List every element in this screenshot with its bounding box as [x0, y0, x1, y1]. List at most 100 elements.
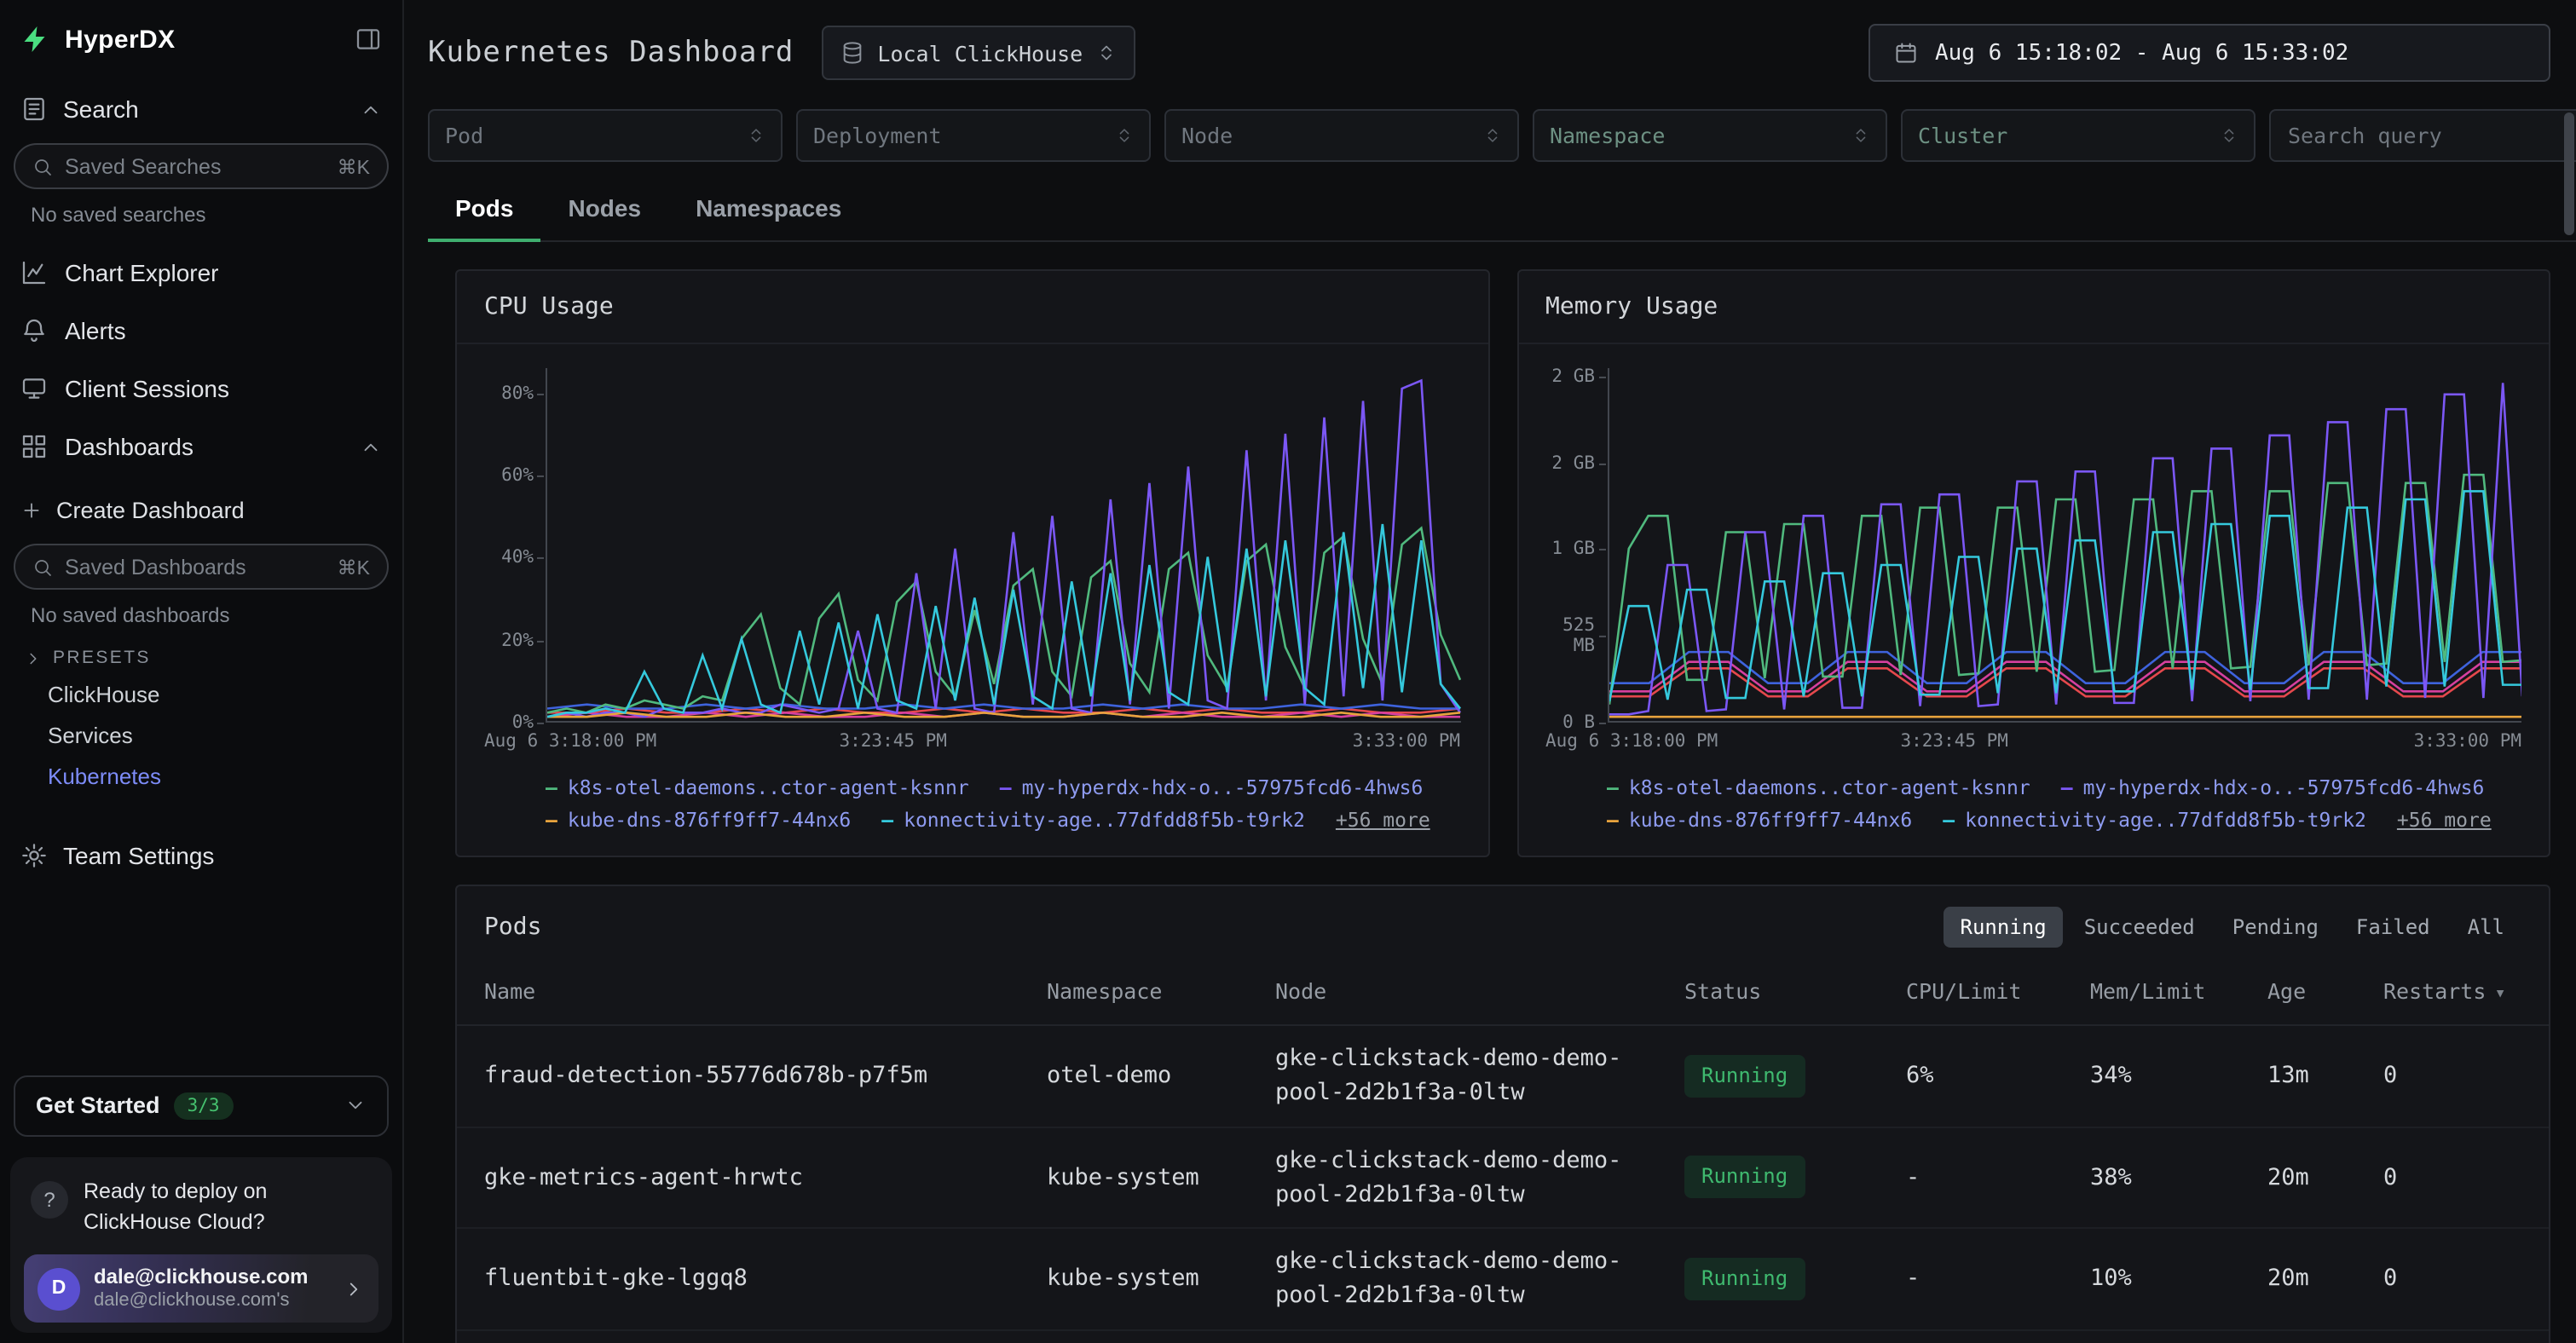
cell-name: fraud-detection-55776d678b-p7f5m	[484, 1043, 1047, 1109]
cell-node: gke-clickstack-demo-demo-pool-2d2b1f3a-0…	[1275, 1229, 1684, 1329]
filter-select-pod[interactable]: Pod	[428, 109, 783, 162]
sidebar-item-label: Client Sessions	[65, 375, 382, 402]
legend-more-link[interactable]: +56 more	[2397, 808, 2492, 832]
legend-label: konnectivity-age..77dfdd8f5b-t9rk2	[904, 808, 1305, 832]
chevron-up-icon[interactable]	[360, 98, 382, 120]
legend-label: kube-dns-876ff9ff7-44nx6	[1629, 808, 1912, 832]
status-badge: Running	[1684, 1156, 1805, 1199]
filter-select-cluster[interactable]: Cluster	[1901, 109, 2255, 162]
cell-namespace: otel-demo	[1047, 1043, 1275, 1109]
source-select-value: Local ClickHouse	[877, 40, 1083, 66]
sidebar-item-label: Alerts	[65, 317, 382, 344]
saved-searches-input[interactable]: Saved Searches ⌘K	[14, 143, 389, 189]
cell-status: Running	[1684, 1242, 1906, 1316]
legend-swatch: —	[546, 808, 557, 832]
table-row[interactable]: gke-metrics-agent-hrwtckube-systemgke-cl…	[457, 1127, 2549, 1229]
search-query-input[interactable]	[2269, 109, 2576, 162]
no-saved-dashboards-text: No saved dashboards	[0, 590, 402, 631]
sidebar-item-alerts[interactable]: Alerts	[0, 302, 402, 360]
legend-item[interactable]: —kube-dns-876ff9ff7-44nx6	[546, 808, 851, 832]
chart-plot[interactable]	[1607, 368, 2521, 723]
sidebar-item-client-sessions[interactable]: Client Sessions	[0, 360, 402, 418]
sidebar-item-chart-explorer[interactable]: Chart Explorer	[0, 244, 402, 302]
filter-select-deployment[interactable]: Deployment	[796, 109, 1151, 162]
cell-restarts: 0	[2383, 1043, 2521, 1109]
x-axis: Aug 6 3:18:00 PM3:23:45 PM3:33:00 PM	[1607, 731, 2521, 758]
filter-select-node[interactable]: Node	[1164, 109, 1519, 162]
sidebar: HyperDX Search Saved Searches ⌘K No save…	[0, 0, 404, 1343]
chart-card-cpu: CPU Usage 80%60%40%20%0% Aug 6 3:18:00 P…	[455, 269, 1489, 857]
legend-more-link[interactable]: +56 more	[1336, 808, 1430, 832]
status-filter-succeeded[interactable]: Succeeded	[2067, 907, 2212, 948]
legend-swatch: —	[1000, 775, 1012, 799]
column-header-name[interactable]: Name	[484, 965, 1047, 1024]
cell-node: gke-clickstack-demo-demo-pool-2d2b1f3a-0…	[1275, 1026, 1684, 1126]
user-menu[interactable]: D dale@clickhouse.com dale@clickhouse.co…	[24, 1254, 378, 1323]
legend-swatch: —	[1607, 775, 1619, 799]
cell-mem-limit: 10%	[2090, 1246, 2267, 1311]
tab-pods[interactable]: Pods	[428, 179, 540, 240]
sidebar-item-services[interactable]: Services	[0, 716, 402, 757]
legend-item[interactable]: —k8s-otel-daemons..ctor-agent-ksnnr	[546, 775, 969, 799]
status-filter-all[interactable]: All	[2451, 907, 2521, 948]
scrollbar-thumb[interactable]	[2564, 112, 2574, 235]
x-tick-label: Aug 6 3:18:00 PM	[484, 731, 656, 752]
tab-nodes[interactable]: Nodes	[540, 179, 668, 240]
create-dashboard-label: Create Dashboard	[56, 497, 245, 522]
legend-item[interactable]: —konnectivity-age..77dfdd8f5b-t9rk2	[1943, 808, 2366, 832]
saved-dashboards-input[interactable]: Saved Dashboards ⌘K	[14, 544, 389, 590]
status-filter-failed[interactable]: Failed	[2339, 907, 2447, 948]
create-dashboard-button[interactable]: Create Dashboard	[0, 482, 402, 537]
source-select[interactable]: Local ClickHouse	[821, 26, 1135, 80]
legend-item[interactable]: — konnectivity-age..77dfdd8f5b-t9rk2	[881, 808, 1305, 832]
column-header-status[interactable]: Status	[1684, 965, 1906, 1024]
legend-label: my-hyperdx-hdx-o..-57975fcd6-4hws6	[1022, 775, 1424, 799]
column-header-namespace[interactable]: Namespace	[1047, 965, 1275, 1024]
legend-item[interactable]: —kube-dns-876ff9ff7-44nx6	[1607, 808, 1912, 832]
table-row[interactable]: fraud-detection-55776d678b-p7f5motel-dem…	[457, 1026, 2549, 1127]
legend-item[interactable]: — my-hyperdx-hdx-o..-57975fcd6-4hws6	[1000, 775, 1424, 799]
column-header-age[interactable]: Age	[2267, 965, 2383, 1024]
column-header-mem-limit[interactable]: Mem/Limit	[2090, 965, 2267, 1024]
sidebar-item-kubernetes[interactable]: Kubernetes	[0, 757, 402, 798]
chart-plot[interactable]	[546, 368, 1460, 723]
y-tick-label: 40%	[501, 547, 534, 568]
legend-item[interactable]: — k8s-otel-daemons..ctor-agent-ksnnr	[1607, 775, 2030, 799]
legend-swatch: —	[881, 808, 893, 832]
y-tick-label: 80%	[501, 383, 534, 403]
user-org: dale@clickhouse.com's	[94, 1289, 309, 1313]
presets-header[interactable]: PRESETS	[0, 631, 402, 675]
search-icon	[32, 156, 53, 176]
column-header-cpu-limit[interactable]: CPU/Limit	[1906, 965, 2090, 1024]
cloud-promo[interactable]: ? Ready to deploy on ClickHouse Cloud?	[24, 1173, 378, 1248]
help-icon[interactable]: ?	[31, 1181, 68, 1219]
cloud-promo-line2: ClickHouse Cloud?	[84, 1210, 265, 1234]
logo-row: HyperDX	[0, 0, 402, 61]
status-filter-pending[interactable]: Pending	[2215, 907, 2336, 948]
table-row[interactable]: konnectivity-agent-56c9fd96b8-2pjn4kube-…	[457, 1330, 2549, 1343]
sidebar-section-search[interactable]: Search	[0, 82, 402, 136]
cell-mem-limit: 34%	[2090, 1043, 2267, 1109]
search-section-label: Search	[63, 95, 344, 123]
sidebar-item-dashboards[interactable]: Dashboards	[0, 418, 402, 476]
time-range-picker[interactable]: Aug 6 15:18:02 - Aug 6 15:33:02	[1868, 24, 2550, 82]
column-header-node[interactable]: Node	[1275, 965, 1684, 1024]
sidebar-item-team-settings[interactable]: Team Settings	[0, 828, 402, 883]
tab-namespaces[interactable]: Namespaces	[668, 179, 869, 240]
filter-select-namespace[interactable]: Namespace	[1533, 109, 1887, 162]
get-started-card[interactable]: Get Started 3/3	[14, 1075, 389, 1137]
column-header-restarts[interactable]: Restarts▾	[2383, 965, 2521, 1024]
team-settings-label: Team Settings	[63, 842, 382, 869]
collapse-sidebar-icon[interactable]	[355, 26, 382, 53]
sidebar-item-clickhouse[interactable]: ClickHouse	[0, 675, 402, 716]
saved-searches-shortcut: ⌘K	[338, 154, 370, 178]
legend-label: k8s-otel-daemons..ctor-agent-ksnnr	[1629, 775, 2030, 799]
chevron-right-icon	[343, 1277, 365, 1300]
table-row[interactable]: fluentbit-gke-lggq8kube-systemgke-clicks…	[457, 1229, 2549, 1330]
status-filter-running[interactable]: Running	[1944, 907, 2064, 948]
cell-node: gke-clickstack-demo-demo-pool-2d2b1f3a-0…	[1275, 1127, 1684, 1227]
chevron-up-icon[interactable]	[360, 435, 382, 458]
legend-item[interactable]: —my-hyperdx-hdx-o..-57975fcd6-4hws6	[2061, 775, 2485, 799]
cell-mem-limit: 38%	[2090, 1144, 2267, 1210]
chart-legend: —k8s-otel-daemons..ctor-agent-ksnnr — my-h…	[546, 775, 1447, 832]
